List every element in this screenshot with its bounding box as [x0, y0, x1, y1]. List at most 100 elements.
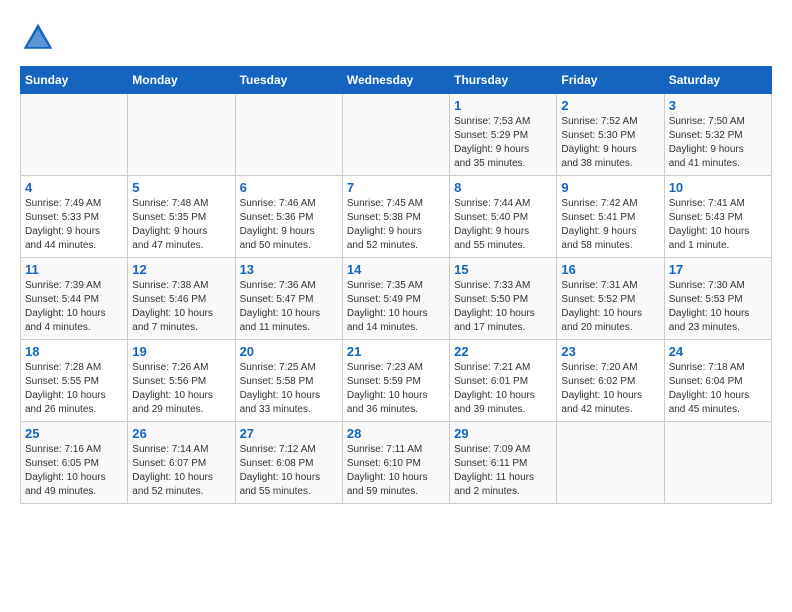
day-info: Sunrise: 7:41 AM Sunset: 5:43 PM Dayligh… [669, 197, 767, 253]
day-info: Sunrise: 7:30 AM Sunset: 5:53 PM Dayligh… [669, 279, 767, 335]
calendar-cell: 3 Sunrise: 7:50 AM Sunset: 5:32 PM Daylig… [664, 94, 771, 176]
day-number: 29 [454, 426, 552, 441]
calendar-cell: 26 Sunrise: 7:14 AM Sunset: 6:07 PM Dayli… [128, 422, 235, 504]
day-number: 3 [669, 98, 767, 113]
calendar-cell: 15 Sunrise: 7:33 AM Sunset: 5:50 PM Dayli… [450, 258, 557, 340]
day-info: Sunrise: 7:16 AM Sunset: 6:05 PM Dayligh… [25, 443, 123, 499]
day-number: 21 [347, 344, 445, 359]
calendar-cell: 24 Sunrise: 7:18 AM Sunset: 6:04 PM Dayli… [664, 340, 771, 422]
calendar-cell: 22Sunrise: 7:21 AM Sunset: 6:01 PM Dayli… [450, 340, 557, 422]
day-number: 4 [25, 180, 123, 195]
day-info: Sunrise: 7:26 AM Sunset: 5:56 PM Dayligh… [132, 361, 230, 417]
calendar-cell: 11Sunrise: 7:39 AM Sunset: 5:44 PM Dayli… [21, 258, 128, 340]
calendar-cell: 6 Sunrise: 7:46 AM Sunset: 5:36 PM Daylig… [235, 176, 342, 258]
day-info: Sunrise: 7:39 AM Sunset: 5:44 PM Dayligh… [25, 279, 123, 335]
day-info: Sunrise: 7:38 AM Sunset: 5:46 PM Dayligh… [132, 279, 230, 335]
day-info: Sunrise: 7:23 AM Sunset: 5:59 PM Dayligh… [347, 361, 445, 417]
calendar-cell [664, 422, 771, 504]
day-info: Sunrise: 7:45 AM Sunset: 5:38 PM Dayligh… [347, 197, 445, 253]
day-info: Sunrise: 7:28 AM Sunset: 5:55 PM Dayligh… [25, 361, 123, 417]
day-info: Sunrise: 7:44 AM Sunset: 5:40 PM Dayligh… [454, 197, 552, 253]
calendar-cell: 5 Sunrise: 7:48 AM Sunset: 5:35 PM Daylig… [128, 176, 235, 258]
calendar-cell: 9 Sunrise: 7:42 AM Sunset: 5:41 PM Daylig… [557, 176, 664, 258]
day-number: 19 [132, 344, 230, 359]
day-number: 14 [347, 262, 445, 277]
calendar-cell: 8 Sunrise: 7:44 AM Sunset: 5:40 PM Daylig… [450, 176, 557, 258]
day-number: 27 [240, 426, 338, 441]
day-info: Sunrise: 7:48 AM Sunset: 5:35 PM Dayligh… [132, 197, 230, 253]
weekday-header-tuesday: Tuesday [235, 67, 342, 94]
day-number: 15 [454, 262, 552, 277]
calendar-week-row: 11Sunrise: 7:39 AM Sunset: 5:44 PM Dayli… [21, 258, 772, 340]
calendar-cell: 20Sunrise: 7:25 AM Sunset: 5:58 PM Dayli… [235, 340, 342, 422]
day-number: 16 [561, 262, 659, 277]
day-info: Sunrise: 7:33 AM Sunset: 5:50 PM Dayligh… [454, 279, 552, 335]
day-number: 23 [561, 344, 659, 359]
weekday-header-thursday: Thursday [450, 67, 557, 94]
day-info: Sunrise: 7:18 AM Sunset: 6:04 PM Dayligh… [669, 361, 767, 417]
day-info: Sunrise: 7:12 AM Sunset: 6:08 PM Dayligh… [240, 443, 338, 499]
day-info: Sunrise: 7:14 AM Sunset: 6:07 PM Dayligh… [132, 443, 230, 499]
calendar-week-row: 1 Sunrise: 7:53 AM Sunset: 5:29 PM Daylig… [21, 94, 772, 176]
calendar-cell: 16 Sunrise: 7:31 AM Sunset: 5:52 PM Dayli… [557, 258, 664, 340]
page-header [20, 20, 772, 56]
day-number: 2 [561, 98, 659, 113]
day-number: 26 [132, 426, 230, 441]
day-number: 17 [669, 262, 767, 277]
calendar-cell: 19 Sunrise: 7:26 AM Sunset: 5:56 PM Dayli… [128, 340, 235, 422]
day-number: 13 [240, 262, 338, 277]
calendar-cell: 18 Sunrise: 7:28 AM Sunset: 5:55 PM Dayli… [21, 340, 128, 422]
day-info: Sunrise: 7:50 AM Sunset: 5:32 PM Dayligh… [669, 115, 767, 171]
calendar-cell: 17 Sunrise: 7:30 AM Sunset: 5:53 PM Dayli… [664, 258, 771, 340]
day-number: 7 [347, 180, 445, 195]
calendar-cell: 28 Sunrise: 7:11 AM Sunset: 6:10 PM Dayli… [342, 422, 449, 504]
day-info: Sunrise: 7:53 AM Sunset: 5:29 PM Dayligh… [454, 115, 552, 171]
day-number: 18 [25, 344, 123, 359]
calendar-cell: 12Sunrise: 7:38 AM Sunset: 5:46 PM Dayli… [128, 258, 235, 340]
calendar-cell: 21 Sunrise: 7:23 AM Sunset: 5:59 PM Dayli… [342, 340, 449, 422]
weekday-header-friday: Friday [557, 67, 664, 94]
calendar-week-row: 4 Sunrise: 7:49 AM Sunset: 5:33 PM Daylig… [21, 176, 772, 258]
day-number: 24 [669, 344, 767, 359]
day-info: Sunrise: 7:42 AM Sunset: 5:41 PM Dayligh… [561, 197, 659, 253]
calendar-cell: 13Sunrise: 7:36 AM Sunset: 5:47 PM Dayli… [235, 258, 342, 340]
calendar-cell [128, 94, 235, 176]
calendar-cell: 2 Sunrise: 7:52 AM Sunset: 5:30 PM Daylig… [557, 94, 664, 176]
calendar-cell: 29 Sunrise: 7:09 AM Sunset: 6:11 PM Dayli… [450, 422, 557, 504]
calendar-cell: 23 Sunrise: 7:20 AM Sunset: 6:02 PM Dayli… [557, 340, 664, 422]
day-info: Sunrise: 7:31 AM Sunset: 5:52 PM Dayligh… [561, 279, 659, 335]
calendar-table: SundayMondayTuesdayWednesdayThursdayFrid… [20, 66, 772, 504]
weekday-header-row: SundayMondayTuesdayWednesdayThursdayFrid… [21, 67, 772, 94]
calendar-cell [21, 94, 128, 176]
weekday-header-sunday: Sunday [21, 67, 128, 94]
calendar-week-row: 25 Sunrise: 7:16 AM Sunset: 6:05 PM Dayli… [21, 422, 772, 504]
weekday-header-monday: Monday [128, 67, 235, 94]
day-info: Sunrise: 7:46 AM Sunset: 5:36 PM Dayligh… [240, 197, 338, 253]
calendar-cell: 10 Sunrise: 7:41 AM Sunset: 5:43 PM Dayli… [664, 176, 771, 258]
calendar-cell: 27 Sunrise: 7:12 AM Sunset: 6:08 PM Dayli… [235, 422, 342, 504]
day-info: Sunrise: 7:21 AM Sunset: 6:01 PM Dayligh… [454, 361, 552, 417]
day-info: Sunrise: 7:11 AM Sunset: 6:10 PM Dayligh… [347, 443, 445, 499]
calendar-cell: 4 Sunrise: 7:49 AM Sunset: 5:33 PM Daylig… [21, 176, 128, 258]
day-info: Sunrise: 7:09 AM Sunset: 6:11 PM Dayligh… [454, 443, 552, 499]
day-number: 9 [561, 180, 659, 195]
day-number: 10 [669, 180, 767, 195]
day-number: 6 [240, 180, 338, 195]
day-number: 25 [25, 426, 123, 441]
day-number: 5 [132, 180, 230, 195]
logo [20, 20, 60, 56]
weekday-header-saturday: Saturday [664, 67, 771, 94]
logo-icon [20, 20, 56, 56]
weekday-header-wednesday: Wednesday [342, 67, 449, 94]
day-info: Sunrise: 7:52 AM Sunset: 5:30 PM Dayligh… [561, 115, 659, 171]
calendar-cell: 25 Sunrise: 7:16 AM Sunset: 6:05 PM Dayli… [21, 422, 128, 504]
day-number: 20 [240, 344, 338, 359]
calendar-cell: 7 Sunrise: 7:45 AM Sunset: 5:38 PM Daylig… [342, 176, 449, 258]
day-number: 8 [454, 180, 552, 195]
day-number: 28 [347, 426, 445, 441]
calendar-cell [235, 94, 342, 176]
day-info: Sunrise: 7:49 AM Sunset: 5:33 PM Dayligh… [25, 197, 123, 253]
day-number: 1 [454, 98, 552, 113]
day-info: Sunrise: 7:20 AM Sunset: 6:02 PM Dayligh… [561, 361, 659, 417]
calendar-week-row: 18 Sunrise: 7:28 AM Sunset: 5:55 PM Dayli… [21, 340, 772, 422]
